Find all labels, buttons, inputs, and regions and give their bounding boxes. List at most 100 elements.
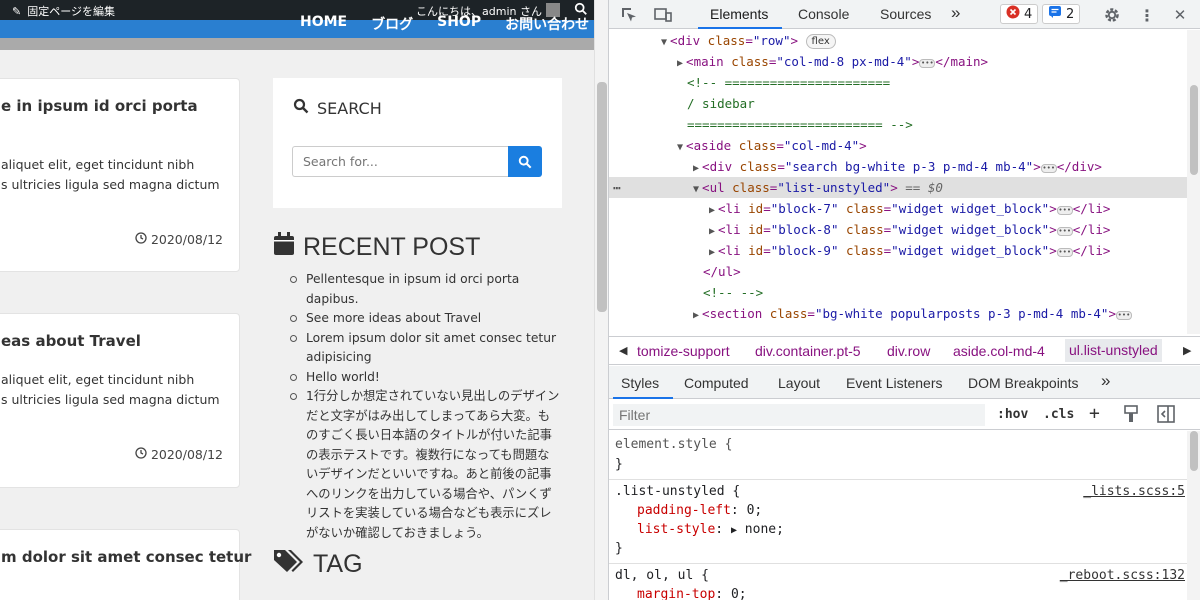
rule-selector[interactable]: element.style { [615,435,732,454]
tab-styles[interactable]: Styles [621,375,659,391]
list-item[interactable]: Lorem ipsum dolor sit amet consec tetur … [290,329,560,368]
post-card[interactable]: e in ipsum id orci porta aliquet elit, e… [0,78,240,272]
nav-contact[interactable]: お問い合わせ [505,14,589,34]
dom-node[interactable]: ▶ <div class="search bg-white p-3 p-md-4 … [693,156,1102,177]
list-item[interactable]: Hello world! [290,368,560,388]
collapsed-triangle-icon[interactable]: ▶ [693,163,699,174]
kebab-menu-icon[interactable]: ⋮ [1137,5,1157,25]
tab-sources[interactable]: Sources [880,6,931,22]
dom-node[interactable]: ▼ <div class="row"> flex [661,30,836,51]
scrollbar-thumb[interactable] [1190,431,1198,471]
css-value[interactable]: 0; [731,587,747,600]
css-declaration[interactable]: padding-left: 0; [637,501,762,520]
nav-shop[interactable]: SHOP [437,14,481,34]
paint-brush-icon[interactable] [1123,405,1139,427]
post-card[interactable]: m dolor sit amet consec tetur [0,529,251,600]
dom-comment[interactable]: <!-- --> [703,282,763,303]
dom-node[interactable]: ▶ <li id="block-7" class="widget widget_b… [709,198,1110,219]
search-submit-button[interactable] [508,146,542,177]
message-count-badge[interactable]: 2 [1042,4,1081,24]
nav-blog[interactable]: ブログ [371,14,413,34]
breadcrumb-item[interactable]: div.container.pt-5 [755,343,861,359]
tab-elements[interactable]: Elements [710,6,768,22]
list-item[interactable]: 1行分しか想定されていない見出しのデザインだと文字がはみ出してしまってあら大変。… [290,387,560,543]
dom-node[interactable]: ▶ <main class="col-md-8 px-md-4"> ••• </mai… [677,51,988,72]
css-property[interactable]: margin-top [637,587,715,600]
ellipsis-icon[interactable]: ••• [1056,248,1073,257]
css-property[interactable]: padding-left [637,503,731,518]
node-actions-icon[interactable]: ⋯ [613,177,621,198]
css-declaration[interactable]: list-style: ▶ none; [637,520,784,539]
dom-scrollbar[interactable] [1187,30,1200,334]
dom-comment[interactable]: <!-- ====================== [687,72,890,93]
nav-home[interactable]: HOME [300,14,347,34]
post-card[interactable]: eas about Travel aliquet elit, eget tinc… [0,313,240,488]
expanded-triangle-icon[interactable]: ▼ [661,37,667,48]
gear-icon[interactable] [1102,5,1122,25]
css-property[interactable]: list-style [637,522,715,537]
list-item[interactable]: See more ideas about Travel [290,309,560,329]
ellipsis-icon[interactable]: ••• [919,59,936,68]
dom-comment[interactable]: ========================== --> [687,114,913,135]
scrollbar-thumb[interactable] [1190,85,1198,175]
breadcrumb-scroll-left-icon[interactable]: ◀ [619,344,627,357]
dom-close-tag[interactable]: </ul> [703,261,741,282]
collapsed-triangle-icon[interactable]: ▶ [709,247,715,258]
class-toggle[interactable]: .cls [1043,407,1074,422]
breadcrumb-item[interactable]: div.row [887,343,930,359]
dom-comment[interactable]: / sidebar [687,93,755,114]
post-title[interactable]: eas about Travel [1,332,141,350]
styles-filter-input[interactable] [613,404,985,426]
sidebar-toggle-icon[interactable] [1157,405,1175,427]
source-link[interactable]: _lists.scss:5 [1083,482,1185,501]
hover-state-toggle[interactable]: :hov [997,407,1028,422]
device-toolbar-icon[interactable] [653,5,673,25]
scrollbar-thumb[interactable] [597,82,607,312]
tab-layout[interactable]: Layout [778,375,820,391]
tab-console[interactable]: Console [798,6,849,22]
tab-computed[interactable]: Computed [684,375,749,391]
collapsed-triangle-icon[interactable]: ▶ [709,205,715,216]
inspect-element-icon[interactable] [619,5,639,25]
dom-node[interactable]: ▼ <aside class="col-md-4"> [677,135,867,156]
page-scrollbar[interactable] [594,0,608,600]
more-tabs-icon[interactable]: » [1101,371,1110,391]
css-value[interactable]: none; [745,522,784,537]
rule-selector[interactable]: dl, ol, ul { [615,566,709,585]
search-input[interactable] [292,146,508,177]
dom-node-selected[interactable]: ▼ <ul class="list-unstyled"> == $0 [693,177,943,198]
expanded-triangle-icon[interactable]: ▼ [677,142,683,153]
breadcrumb-scroll-right-icon[interactable]: ▶ [1183,344,1191,357]
tab-dom-breakpoints[interactable]: DOM Breakpoints [968,375,1078,391]
post-title[interactable]: e in ipsum id orci porta [1,97,198,115]
ellipsis-icon[interactable]: ••• [1056,206,1073,215]
breadcrumb-item-current[interactable]: ul.list-unstyled [1065,339,1162,362]
collapsed-triangle-icon[interactable]: ▶ [677,58,683,69]
more-tabs-icon[interactable]: » [951,3,960,23]
expand-triangle-icon[interactable]: ▶ [731,525,737,536]
ellipsis-icon[interactable]: ••• [1056,227,1073,236]
breadcrumb-item[interactable]: aside.col-md-4 [953,343,1045,359]
error-count-badge[interactable]: 4 [1000,4,1039,24]
css-declaration[interactable]: margin-top: 0; [637,585,747,600]
ellipsis-icon[interactable]: ••• [1040,164,1057,173]
ellipsis-icon[interactable]: ••• [1115,311,1132,320]
expanded-triangle-icon[interactable]: ▼ [693,184,699,195]
css-value[interactable]: 0; [747,503,763,518]
styles-scrollbar[interactable] [1187,431,1200,600]
tab-event-listeners[interactable]: Event Listeners [846,375,943,391]
dom-node[interactable]: ▶ <li id="block-9" class="widget widget_b… [709,240,1110,261]
collapsed-triangle-icon[interactable]: ▶ [709,226,715,237]
source-link[interactable]: _reboot.scss:132 [1060,566,1185,585]
dom-node[interactable]: ▶ <section class="bg-white popularposts p… [693,303,1132,324]
list-item[interactable]: Pellentesque in ipsum id orci porta dapi… [290,270,560,309]
dom-node[interactable]: ▶ <li id="block-8" class="widget widget_b… [709,219,1110,240]
new-style-rule-icon[interactable]: + [1089,403,1100,424]
breadcrumb-item[interactable]: tomize-support [637,343,730,359]
rule-selector[interactable]: .list-unstyled { [615,482,740,501]
edit-page-link[interactable]: ✎ 固定ページを編集 [12,3,115,19]
post-title[interactable]: m dolor sit amet consec tetur [1,548,251,566]
collapsed-triangle-icon[interactable]: ▶ [693,310,699,321]
flex-badge[interactable]: flex [805,34,836,49]
close-icon[interactable]: ✕ [1170,5,1190,25]
